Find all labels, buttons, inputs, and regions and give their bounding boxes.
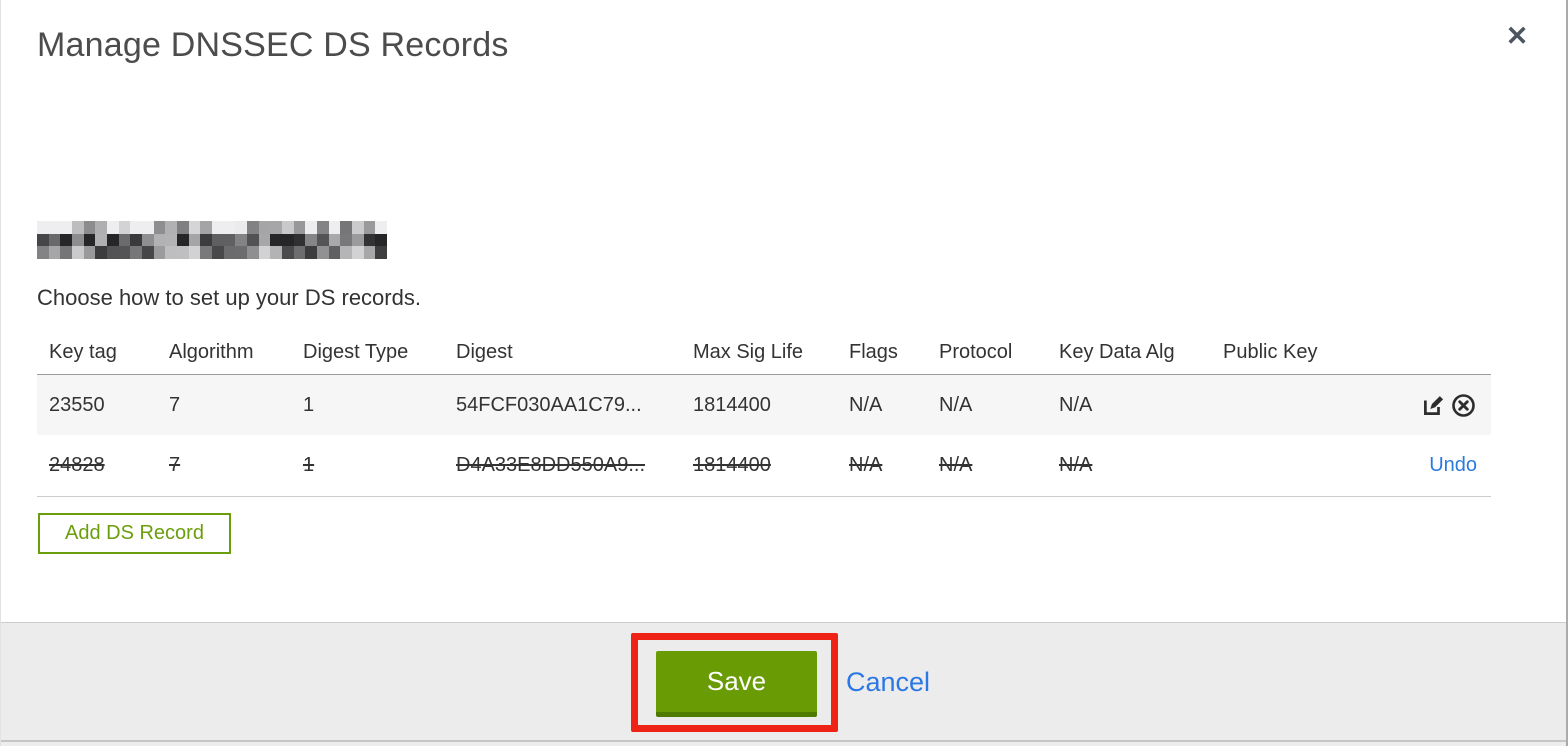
column-header-public-key: Public Key (1223, 340, 1318, 363)
cell-protocol: N/A (939, 454, 973, 476)
cell-max-sig-life: 1814400 (693, 454, 771, 476)
cell-flags: N/A (849, 393, 883, 416)
column-header-digest-type: Digest Type (303, 340, 409, 363)
cell-flags: N/A (849, 454, 883, 476)
ds-records-table: Key tag Algorithm Digest Type Digest Max… (37, 330, 1491, 497)
edit-record-button[interactable] (1420, 392, 1447, 419)
bottom-edge-divider (1, 740, 1566, 746)
cell-protocol: N/A (939, 393, 973, 416)
column-header-algorithm: Algorithm (169, 340, 254, 363)
cell-max-sig-life: 1814400 (693, 393, 771, 416)
column-header-key-tag: Key tag (49, 340, 117, 363)
cell-key-tag: 24828 (49, 454, 105, 476)
table-header-row: Key tag Algorithm Digest Type Digest Max… (37, 330, 1491, 375)
cell-digest-type: 1 (303, 393, 315, 416)
delete-record-button[interactable] (1450, 392, 1477, 419)
cell-key-data-alg: N/A (1059, 454, 1093, 476)
cell-digest-type: 1 (303, 454, 315, 476)
column-header-digest: Digest (456, 340, 513, 363)
column-header-max-sig-life: Max Sig Life (693, 340, 804, 363)
cell-digest: D4A33E8DD550A9... (456, 454, 646, 476)
column-header-protocol: Protocol (939, 340, 1013, 363)
undo-link[interactable]: Undo (1429, 454, 1477, 477)
cell-digest: 54FCF030AA1C79... (456, 393, 642, 416)
save-button[interactable]: Save (656, 651, 817, 717)
close-icon[interactable]: ✕ (1499, 18, 1535, 54)
column-header-key-data-alg: Key Data Alg (1059, 340, 1175, 363)
table-row-deleted: 24828 7 1 D4A33E8DD550A9... 1814400 N/A … (37, 435, 1491, 497)
column-header-flags: Flags (849, 340, 898, 363)
cell-algorithm: 7 (169, 393, 181, 416)
subtitle-text: Choose how to set up your DS records. (37, 285, 421, 310)
delete-circle-x-icon (1451, 393, 1476, 418)
annotation-highlight-box: Save (631, 633, 838, 732)
cancel-link[interactable]: Cancel (846, 667, 930, 698)
add-ds-record-button[interactable]: Add DS Record (38, 513, 231, 554)
manage-dnssec-dialog: Manage DNSSEC DS Records ✕ Choose how to… (0, 0, 1568, 746)
edit-icon (1421, 393, 1446, 418)
dialog-footer: Save Cancel (1, 622, 1566, 740)
cell-key-data-alg: N/A (1059, 393, 1093, 416)
cell-algorithm: 7 (169, 454, 181, 476)
redacted-domain (37, 221, 387, 259)
table-row: 23550 7 1 54FCF030AA1C79... 1814400 N/A … (37, 375, 1491, 435)
page-title: Manage DNSSEC DS Records (37, 26, 509, 64)
cell-key-tag: 23550 (49, 393, 105, 416)
